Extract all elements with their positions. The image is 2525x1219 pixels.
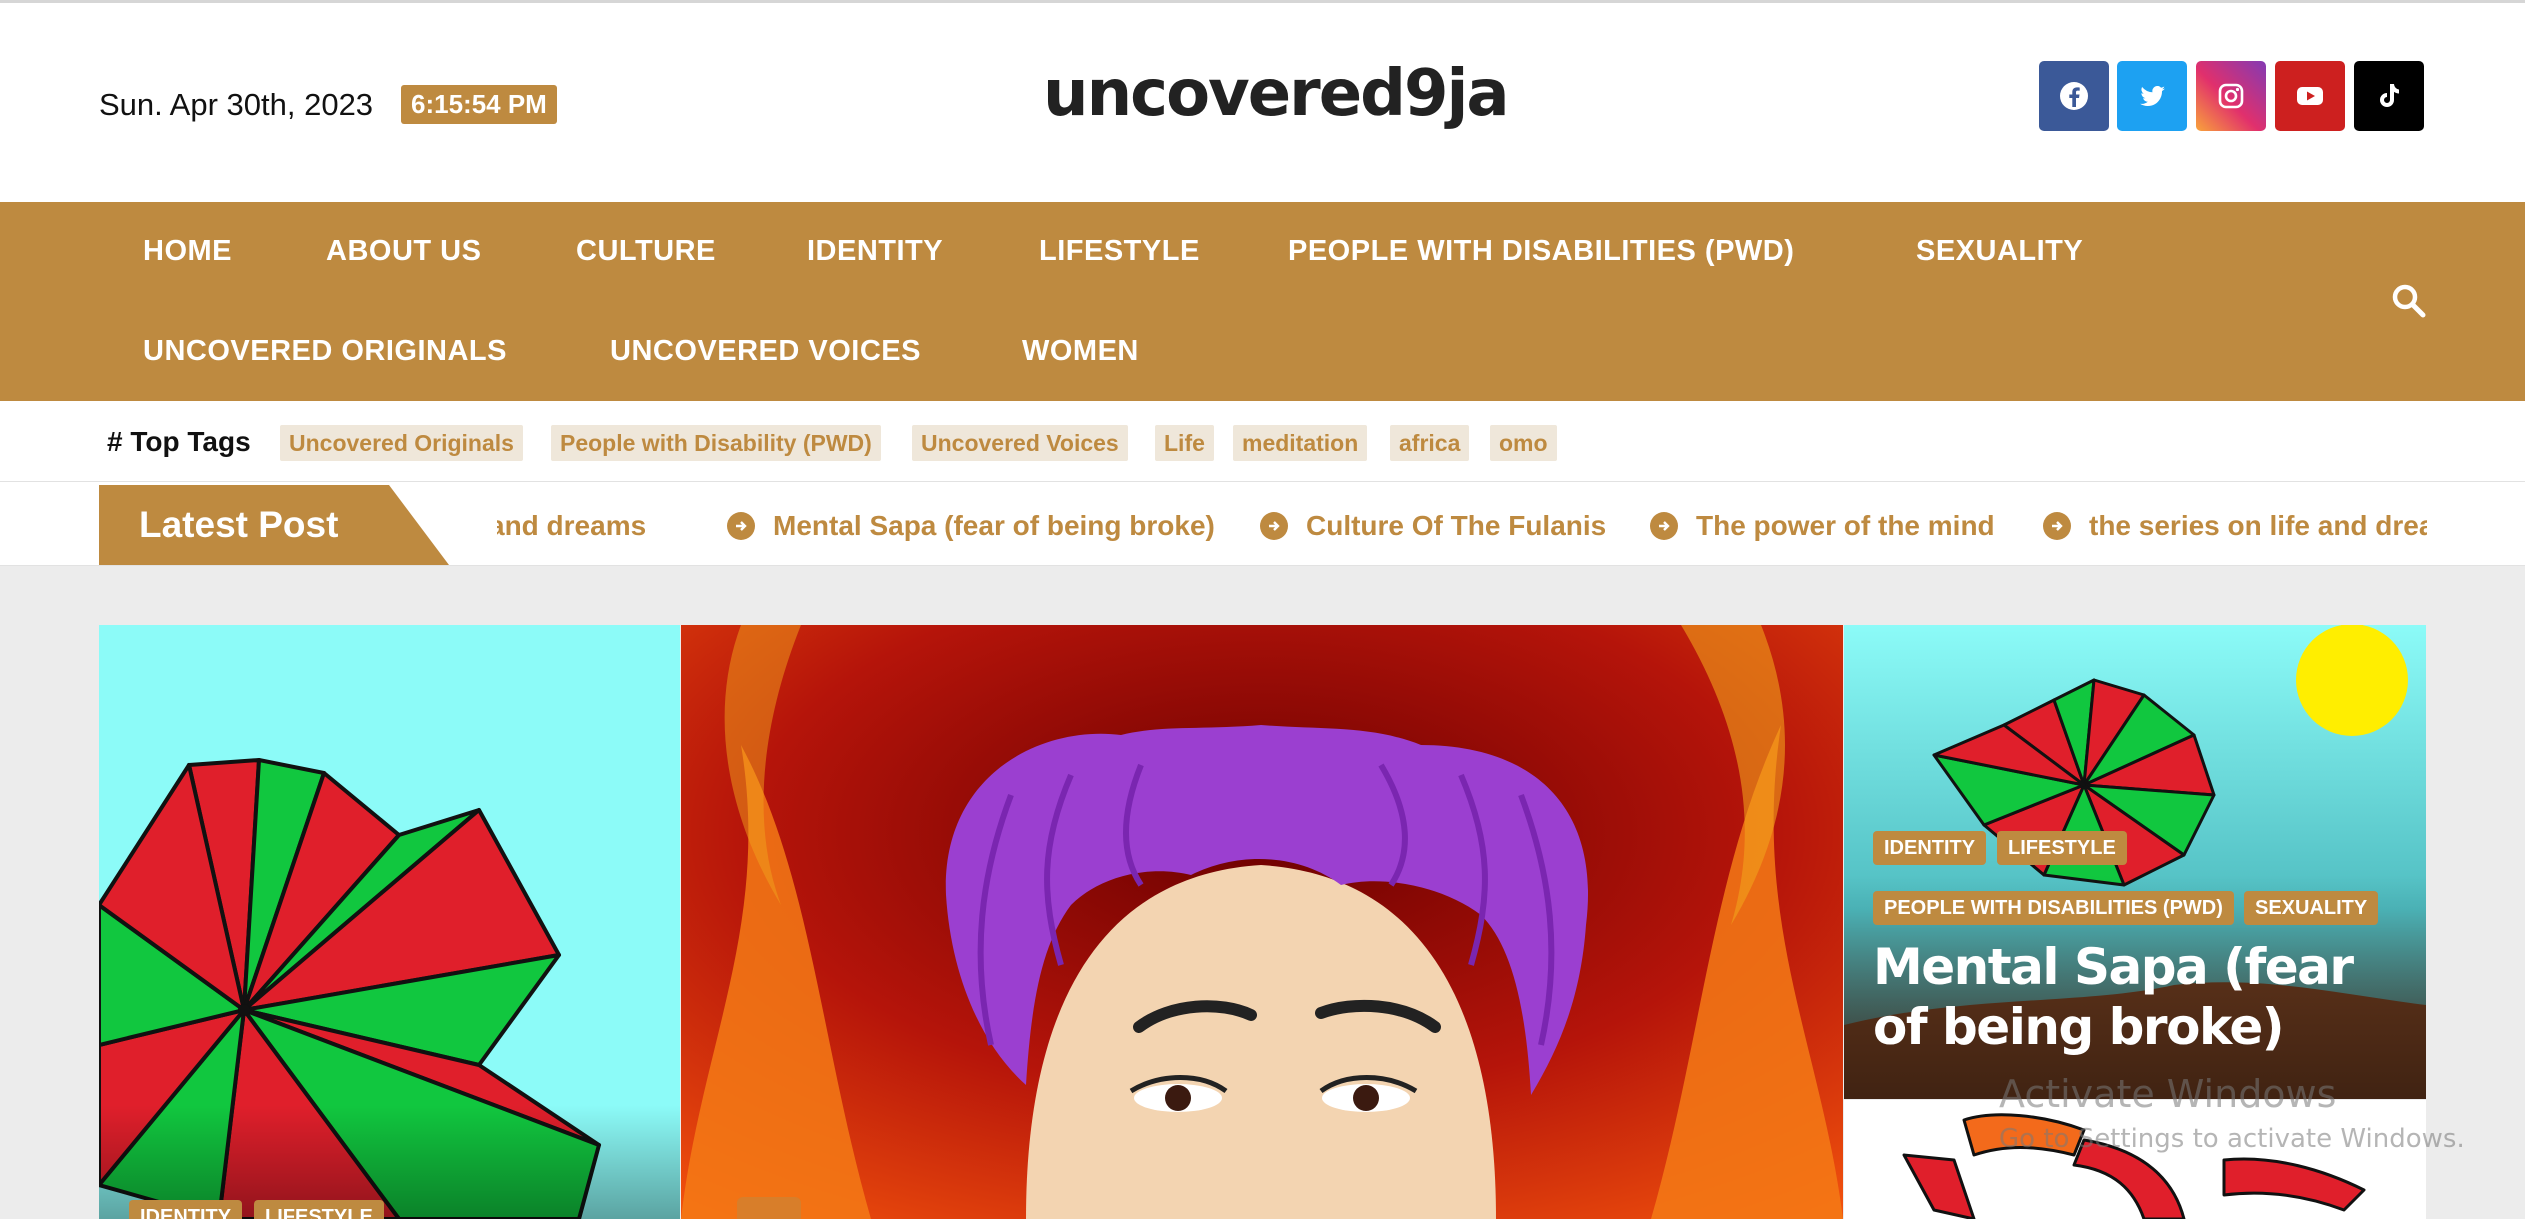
- ticker-item-label: The power of the mind: [1696, 510, 1995, 541]
- hash-icon: #: [107, 426, 131, 457]
- nav-item-about-us[interactable]: ABOUT US: [326, 235, 481, 268]
- category-badge-sexuality[interactable]: SEXUALITY: [2244, 891, 2379, 925]
- facebook-icon[interactable]: [2039, 61, 2109, 131]
- nav-item-pwd[interactable]: PEOPLE WITH DISABILITIES (PWD): [1288, 235, 1794, 268]
- post-title[interactable]: Mental Sapa (fear of being broke): [1873, 937, 2413, 1057]
- latest-post-ticker: and dreams Mental Sapa (fear of being br…: [497, 482, 2427, 565]
- ticker-item-label: Mental Sapa (fear of being broke): [773, 510, 1215, 541]
- category-badge-identity[interactable]: IDENTITY: [129, 1200, 243, 1219]
- tag-uncovered-voices[interactable]: Uncovered Voices: [912, 425, 1128, 461]
- nav-item-women[interactable]: WOMEN: [1022, 335, 1139, 368]
- search-icon[interactable]: [2390, 282, 2428, 320]
- nav-item-sexuality[interactable]: SEXUALITY: [1916, 235, 2083, 268]
- nav-item-identity[interactable]: IDENTITY: [807, 235, 943, 268]
- post-thumbnail: [1902, 1113, 2366, 1219]
- latest-post-bar: Latest Post and dreams Mental Sapa (fear…: [0, 482, 2525, 566]
- category-badge-lifestyle[interactable]: LIFESTYLE: [1997, 831, 2127, 865]
- tag-uncovered-originals[interactable]: Uncovered Originals: [280, 425, 523, 461]
- top-tags-label: Top Tags: [130, 426, 251, 457]
- featured-post-main[interactable]: [681, 625, 1843, 1219]
- tiktok-icon[interactable]: [2354, 61, 2424, 131]
- latest-post-label: Latest Post: [99, 485, 449, 565]
- arrow-right-icon: [2043, 512, 2071, 540]
- nav-item-uncovered-originals[interactable]: UNCOVERED ORIGINALS: [143, 335, 507, 368]
- featured-post-right-secondary[interactable]: [1844, 1100, 2426, 1219]
- category-badge-identity[interactable]: IDENTITY: [1873, 831, 1987, 865]
- site-header: Sun. Apr 30th, 2023 6:15:54 PM uncovered…: [0, 3, 2525, 202]
- header-date: Sun. Apr 30th, 2023: [99, 87, 374, 122]
- ticker-item[interactable]: Culture Of The Fulanis: [1260, 510, 1606, 542]
- tag-meditation[interactable]: meditation: [1233, 425, 1368, 461]
- ticker-item-label: Culture Of The Fulanis: [1306, 510, 1607, 541]
- site-logo[interactable]: uncovered9ja: [1043, 57, 1510, 131]
- ticker-item[interactable]: The power of the mind: [1650, 510, 1995, 542]
- ticker-item[interactable]: and dreams: [497, 510, 646, 542]
- instagram-icon[interactable]: [2196, 61, 2266, 131]
- arrow-right-icon: [1650, 512, 1678, 540]
- main-nav: HOME ABOUT US CULTURE IDENTITY LIFESTYLE…: [0, 202, 2525, 401]
- post-thumbnail: [99, 758, 680, 1219]
- tag-pwd[interactable]: People with Disability (PWD): [551, 425, 881, 461]
- tag-africa[interactable]: africa: [1390, 425, 1470, 461]
- nav-item-home[interactable]: HOME: [143, 235, 232, 268]
- ticker-item[interactable]: Mental Sapa (fear of being broke): [727, 510, 1215, 542]
- nav-item-culture[interactable]: CULTURE: [576, 235, 716, 268]
- top-tags-bar: # Top Tags Uncovered Originals People wi…: [0, 401, 2525, 482]
- post-thumbnail: [681, 625, 1843, 1219]
- ticker-item-label: the series on life and dreams: [2089, 510, 2427, 541]
- youtube-icon[interactable]: [2275, 61, 2345, 131]
- arrow-right-icon: [1260, 512, 1288, 540]
- arrow-right-icon: [727, 512, 755, 540]
- tag-life[interactable]: Life: [1155, 425, 1214, 461]
- twitter-icon[interactable]: [2117, 61, 2187, 131]
- nav-item-lifestyle[interactable]: LIFESTYLE: [1039, 235, 1200, 268]
- category-badge-pwd[interactable]: PEOPLE WITH DISABILITIES (PWD): [1873, 891, 2234, 925]
- nav-item-uncovered-voices[interactable]: UNCOVERED VOICES: [610, 335, 921, 368]
- featured-post-right[interactable]: IDENTITY LIFESTYLE PEOPLE WITH DISABILIT…: [1844, 625, 2426, 1099]
- tag-omo[interactable]: omo: [1490, 425, 1557, 461]
- category-badge-lifestyle[interactable]: LIFESTYLE: [254, 1200, 384, 1219]
- top-tags-heading: # Top Tags: [107, 426, 251, 458]
- ticker-item[interactable]: the series on life and dreams: [2043, 510, 2427, 542]
- latest-post-label-text: Latest Post: [139, 504, 339, 545]
- header-clock: 6:15:54 PM: [401, 85, 557, 124]
- featured-post-left[interactable]: IDENTITY LIFESTYLE: [99, 625, 680, 1219]
